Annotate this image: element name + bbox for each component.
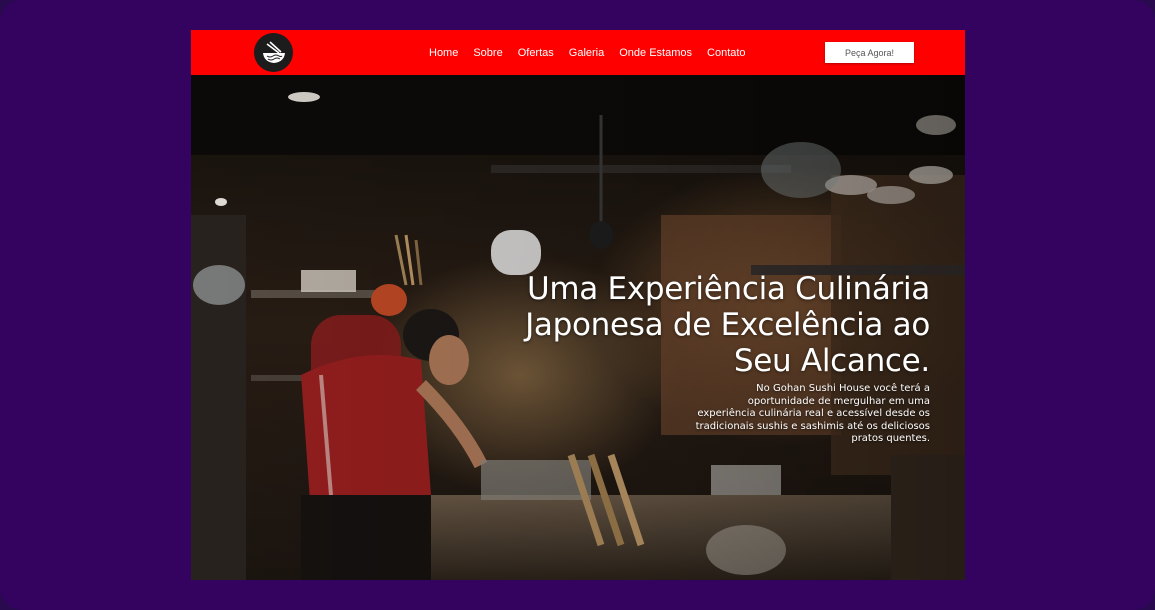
hero-section: Uma Experiência Culinária Japonesa de Ex… <box>191 75 965 580</box>
nav-link-ofertas[interactable]: Ofertas <box>518 47 554 59</box>
ramen-bowl-icon <box>262 40 285 63</box>
nav-link-galeria[interactable]: Galeria <box>569 47 604 59</box>
nav-link-sobre[interactable]: Sobre <box>473 47 502 59</box>
nav-link-contato[interactable]: Contato <box>707 47 746 59</box>
nav-link-home[interactable]: Home <box>429 47 458 59</box>
navbar: Home Sobre Ofertas Galeria Onde Estamos … <box>191 30 965 75</box>
nav-menu: Home Sobre Ofertas Galeria Onde Estamos … <box>429 30 746 75</box>
hero-content: Uma Experiência Culinária Japonesa de Ex… <box>470 271 930 446</box>
order-now-button[interactable]: Peça Agora! <box>825 42 914 63</box>
website-preview: Home Sobre Ofertas Galeria Onde Estamos … <box>191 30 965 580</box>
hero-title: Uma Experiência Culinária Japonesa de Ex… <box>525 271 930 379</box>
nav-link-onde-estamos[interactable]: Onde Estamos <box>619 47 692 59</box>
logo[interactable] <box>254 33 293 72</box>
hero-description: No Gohan Sushi House você terá a oportun… <box>695 383 930 444</box>
